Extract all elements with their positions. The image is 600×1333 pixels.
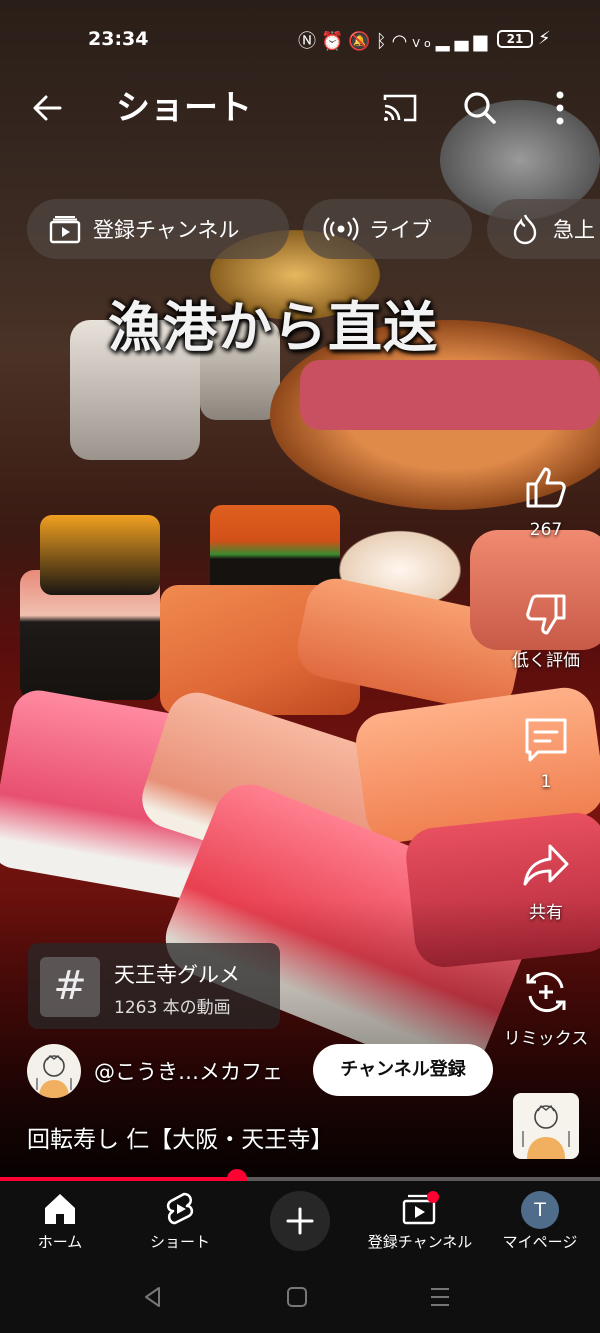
back-button[interactable] bbox=[26, 86, 70, 130]
nav-you-label: マイページ bbox=[502, 1233, 578, 1251]
back-arrow-icon bbox=[33, 95, 62, 121]
alarm-icon: ⏰ bbox=[321, 31, 349, 52]
comments-count: 1 bbox=[540, 772, 552, 792]
system-home-icon[interactable] bbox=[286, 1286, 308, 1308]
top-bar: ショート bbox=[0, 80, 600, 136]
system-back-icon[interactable] bbox=[141, 1285, 165, 1309]
nav-home[interactable]: ホーム bbox=[0, 1189, 120, 1252]
subscribe-button[interactable]: チャンネル登録 bbox=[313, 1044, 493, 1096]
share-icon bbox=[523, 844, 569, 886]
wifi-icon: ◠ bbox=[391, 31, 413, 52]
chip-trending[interactable]: 急上 bbox=[487, 199, 600, 259]
nfc-icon: Ⓝ bbox=[298, 31, 321, 52]
nav-shorts[interactable]: ショート bbox=[120, 1189, 240, 1252]
bluetooth-icon: ᛒ bbox=[375, 31, 392, 52]
comments-button[interactable]: 1 bbox=[496, 714, 596, 792]
chip-subscriptions[interactable]: 登録チャンネル bbox=[27, 199, 289, 259]
bottom-navigation: ホーム ショート 登録チャンネル T マイページ bbox=[0, 1181, 600, 1261]
account-avatar: T bbox=[521, 1191, 559, 1229]
hashtag-name: 天王寺グルメ bbox=[114, 963, 240, 987]
page-title: ショート bbox=[116, 88, 252, 128]
cast-icon bbox=[383, 94, 417, 122]
comment-icon bbox=[525, 718, 567, 762]
trending-icon bbox=[507, 211, 543, 247]
charging-icon: ⚡ bbox=[538, 28, 551, 49]
nav-you[interactable]: T マイページ bbox=[480, 1189, 600, 1252]
plus-icon bbox=[286, 1207, 314, 1235]
mute-icon: 🔕 bbox=[348, 31, 376, 52]
search-icon bbox=[464, 92, 496, 124]
chip-label: 登録チャンネル bbox=[93, 218, 240, 242]
filter-chips: 登録チャンネル ライブ 急上 bbox=[0, 199, 600, 259]
thumbs-down-icon bbox=[526, 594, 566, 635]
remix-label: リミックス bbox=[503, 1029, 589, 1049]
volte-icon: Vo bbox=[412, 37, 436, 50]
chip-label: 急上 bbox=[553, 218, 595, 242]
hashtag-video-count: 1263 本の動画 bbox=[114, 998, 231, 1018]
battery-icon: 21 bbox=[497, 30, 533, 48]
live-icon bbox=[323, 211, 359, 247]
home-icon bbox=[45, 1194, 75, 1224]
status-time: 23:34 bbox=[88, 28, 149, 50]
system-recents-icon[interactable] bbox=[428, 1286, 452, 1308]
hashtag-card[interactable]: # 天王寺グルメ 1263 本の動画 bbox=[28, 943, 280, 1029]
remix-icon bbox=[526, 971, 566, 1013]
search-button[interactable] bbox=[458, 86, 502, 130]
nav-shorts-label: ショート bbox=[149, 1233, 210, 1251]
channel-avatar[interactable] bbox=[27, 1044, 81, 1098]
create-button[interactable] bbox=[270, 1191, 330, 1251]
system-navigation-bar bbox=[0, 1261, 600, 1333]
like-count: 267 bbox=[529, 520, 563, 540]
like-button[interactable]: 267 bbox=[496, 462, 596, 540]
avatar-illustration bbox=[522, 1104, 570, 1159]
video-caption-overlay: 漁港から直送 bbox=[108, 295, 438, 359]
more-options-button[interactable] bbox=[540, 86, 580, 130]
nav-home-label: ホーム bbox=[37, 1233, 83, 1251]
shorts-icon bbox=[166, 1192, 194, 1225]
subscriptions-icon bbox=[47, 211, 83, 247]
channel-name[interactable]: @こうき…メカフェ bbox=[94, 1056, 283, 1086]
status-icons: Ⓝ⏰🔕ᛒ◠Vo▂▄▆ bbox=[298, 27, 492, 53]
hashtag-icon: # bbox=[40, 957, 100, 1017]
more-vert-icon bbox=[556, 91, 564, 125]
share-button[interactable]: 共有 bbox=[496, 840, 596, 923]
remix-button[interactable]: リミックス bbox=[496, 966, 596, 1049]
subscriptions-icon bbox=[402, 1191, 439, 1225]
nav-subscriptions-label: 登録チャンネル bbox=[367, 1233, 473, 1251]
nav-subscriptions[interactable]: 登録チャンネル bbox=[360, 1189, 480, 1252]
sound-thumbnail[interactable] bbox=[513, 1093, 579, 1159]
dislike-button[interactable]: 低く評価 bbox=[496, 588, 596, 671]
avatar-illustration bbox=[36, 1055, 72, 1098]
dislike-label: 低く評価 bbox=[512, 651, 580, 671]
status-bar: 23:34 Ⓝ⏰🔕ᛒ◠Vo▂▄▆ 21 ⚡ bbox=[0, 0, 600, 80]
video-title[interactable]: 回転寿し 仁【大阪・天王寺】 bbox=[27, 1120, 333, 1154]
share-label: 共有 bbox=[529, 903, 563, 923]
chip-live[interactable]: ライブ bbox=[303, 199, 472, 259]
chip-label: ライブ bbox=[369, 218, 432, 242]
thumbs-up-icon bbox=[526, 467, 566, 508]
cast-button[interactable] bbox=[378, 86, 422, 130]
signal-icon: ▂▄▆ bbox=[435, 31, 493, 52]
